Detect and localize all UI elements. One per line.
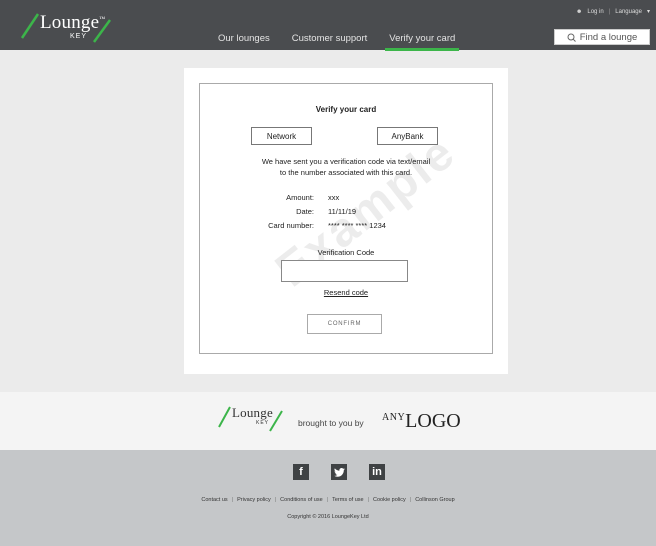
footer-link-conditions[interactable]: Conditions of use (280, 497, 323, 503)
site-header: Lounge™ KEY Our lounges Customer support… (0, 0, 656, 51)
message-line-2: to the number associated with this card. (279, 167, 413, 177)
loungekey-logo[interactable]: Lounge™ KEY (18, 10, 118, 44)
copyright-text: Copyright © 2016 LoungeKey Ltd (287, 514, 369, 520)
twitter-icon[interactable] (331, 464, 347, 480)
footer-link-privacy[interactable]: Privacy policy (237, 497, 271, 503)
footer-links: Contact us | Privacy policy | Conditions of … (0, 497, 656, 503)
site-footer: f in Contact us | Privacy policy | Condition… (0, 450, 656, 546)
amount-label: Amount: (286, 193, 314, 202)
login-link[interactable]: Log in (587, 9, 603, 15)
footer-link-contact[interactable]: Contact us (201, 497, 227, 503)
main-nav: Our lounges Customer support Verify your… (218, 33, 477, 51)
date-label: Date: (296, 207, 314, 216)
twitter-bird-icon (333, 467, 345, 477)
user-icon: ☻ (576, 8, 583, 15)
logo-sub: KEY (256, 420, 270, 426)
facebook-icon[interactable]: f (293, 464, 309, 480)
bank-box: AnyBank (377, 127, 438, 145)
message-line-1: We have sent you a verification code via… (261, 157, 431, 166)
verification-message: We have sent you a verification code via… (200, 157, 492, 178)
verification-code-input[interactable] (281, 260, 408, 282)
card-number-value: **** **** **** 1234 (328, 221, 386, 230)
verification-code-label: Verification Code (317, 248, 375, 257)
card-number-label: Card number: (268, 221, 314, 230)
nav-verify-card[interactable]: Verify your card (385, 33, 460, 51)
partner-band: Lounge KEY brought to you by ANYLOGO (0, 392, 656, 450)
logo-text: Lounge™ (40, 12, 106, 33)
divider: | (409, 497, 412, 503)
footer-link-cookie[interactable]: Cookie policy (373, 497, 406, 503)
divider: | (231, 497, 234, 503)
divider: | (608, 8, 611, 15)
verify-card-form: Example Verify your card Network AnyBank… (199, 83, 493, 354)
partner-logo-any: ANY (382, 412, 406, 423)
footer-link-terms[interactable]: Terms of use (332, 497, 363, 503)
footer-link-collinson[interactable]: Collinson Group (415, 497, 454, 503)
divider: | (367, 497, 370, 503)
linkedin-icon[interactable]: in (369, 464, 385, 480)
form-title: Verify your card (315, 105, 377, 114)
find-lounge-label: Find a lounge (579, 31, 638, 43)
amount-value: xxx (328, 193, 340, 202)
loungekey-footer-logo: Lounge KEY (216, 403, 288, 433)
top-links: ☻ Log in | Language ▾ (576, 8, 650, 16)
partner-logo-word: LOGO (405, 410, 461, 432)
find-lounge-button[interactable]: Find a lounge (554, 29, 650, 45)
logo-text: Lounge (232, 405, 273, 420)
partner-logo: ANYLOGO (382, 410, 461, 433)
network-box: Network (251, 127, 312, 145)
confirm-button[interactable]: CONFIRM (307, 314, 382, 334)
caret-down-icon: ▾ (646, 9, 650, 15)
nav-our-lounges[interactable]: Our lounges (218, 33, 270, 50)
nav-customer-support[interactable]: Customer support (292, 33, 368, 50)
logo-sub: KEY (70, 33, 88, 40)
search-icon (567, 33, 576, 42)
date-value: 11/11/19 (328, 207, 357, 216)
divider: | (326, 497, 329, 503)
resend-code-link[interactable]: Resend code (200, 288, 492, 297)
verify-card-panel: Example Verify your card Network AnyBank… (184, 68, 508, 374)
divider: | (274, 497, 277, 503)
language-link[interactable]: Language (615, 9, 642, 15)
brought-to-you-by: brought to you by (298, 418, 364, 428)
